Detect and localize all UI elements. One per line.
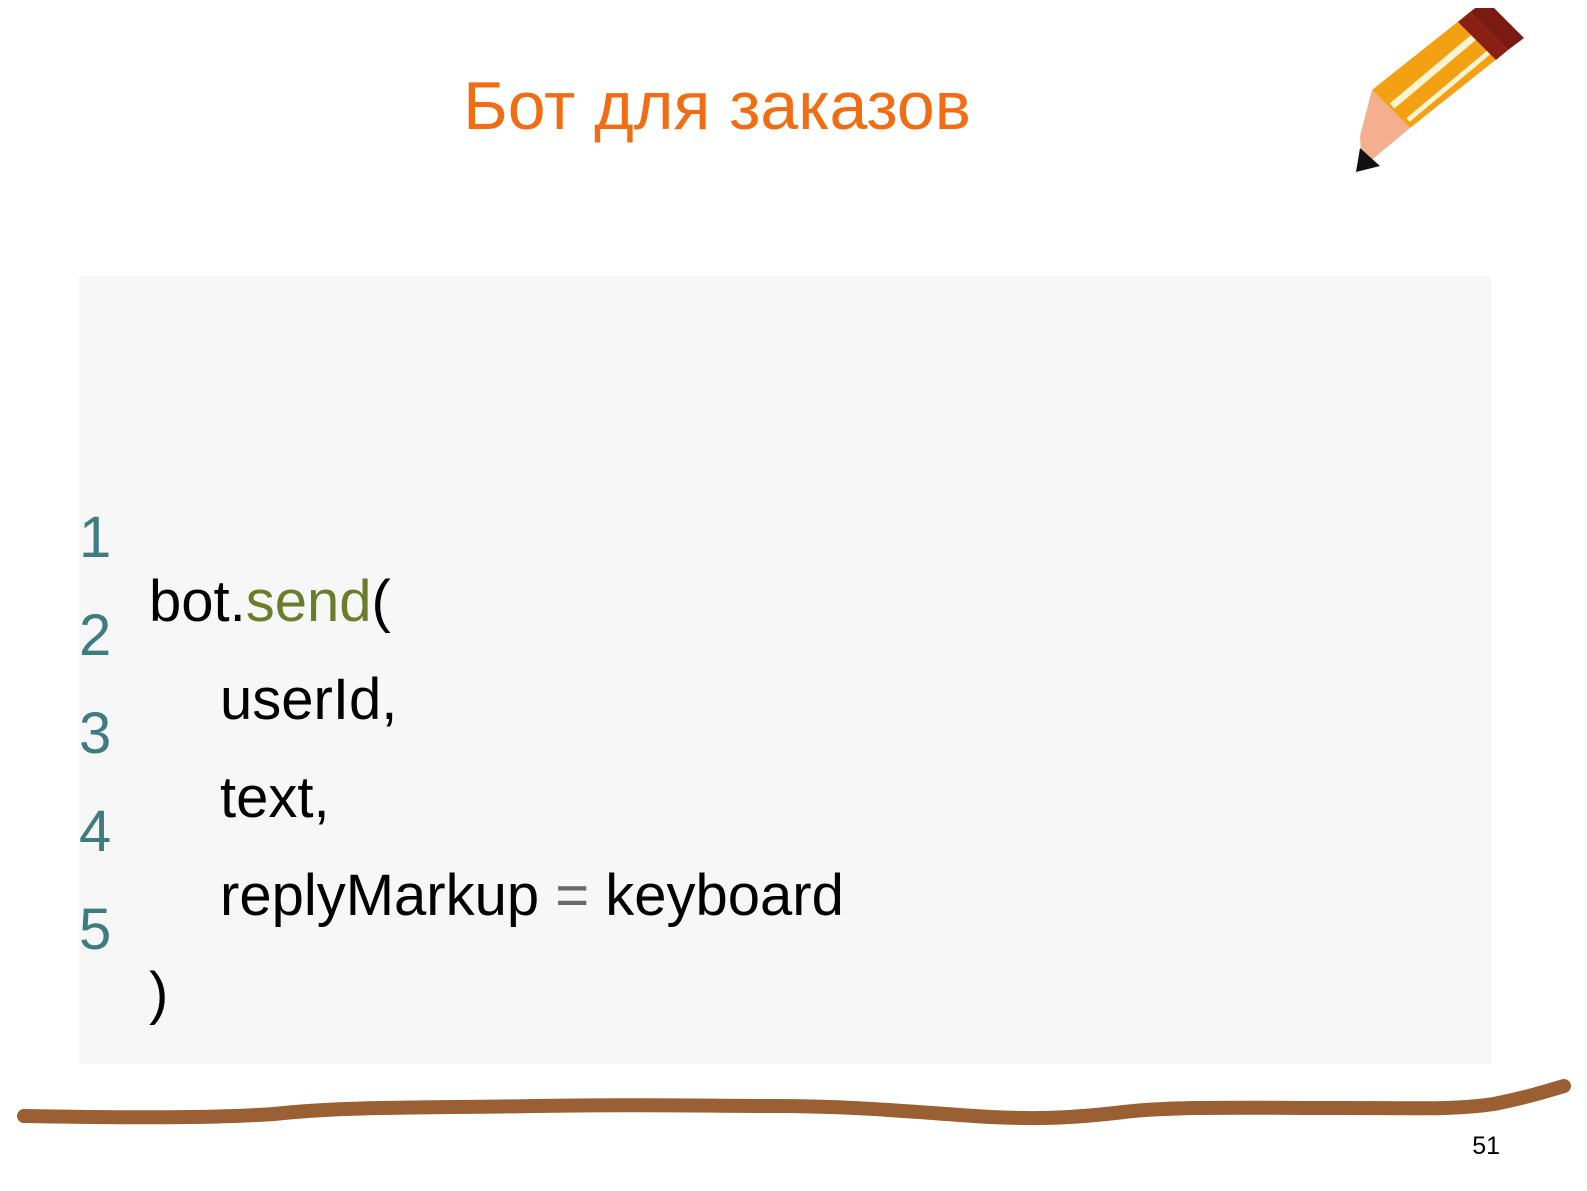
code-token-value: keyboard [589, 863, 844, 928]
line-number: 5 [79, 897, 112, 962]
line-code: replyMarkup = keyboard [220, 864, 844, 928]
code-line-2: 2 userId, [79, 540, 397, 732]
line-code: userId, [220, 668, 397, 732]
line-code: text, [220, 766, 330, 830]
code-token-argument: userId, [220, 667, 398, 732]
line-code: bot.send( [149, 570, 391, 634]
code-token-paren: ( [371, 569, 391, 634]
code-token-function: send [245, 569, 372, 634]
code-block: 1 bot.send( 2 userId, 3 text, 4 replyMar… [79, 276, 1491, 1064]
slide-title: Бот для заказов [463, 68, 971, 144]
code-line-5: 5 ) [79, 834, 168, 1026]
code-token-paren: ) [149, 961, 169, 1026]
line-code: ) [149, 962, 168, 1026]
code-line-4: 4 replyMarkup = keyboard [79, 736, 844, 928]
hand-drawn-divider [17, 1079, 1571, 1126]
page-number: 51 [1472, 1132, 1500, 1160]
code-token-argument: replyMarkup [220, 863, 556, 928]
code-token-object: bot. [149, 569, 246, 634]
code-line-3: 3 text, [79, 638, 330, 830]
code-line-1: 1 bot.send( [79, 442, 391, 634]
pencil-icon [1356, 8, 1524, 172]
code-token-argument: text, [220, 765, 330, 830]
code-token-operator: = [555, 863, 590, 928]
